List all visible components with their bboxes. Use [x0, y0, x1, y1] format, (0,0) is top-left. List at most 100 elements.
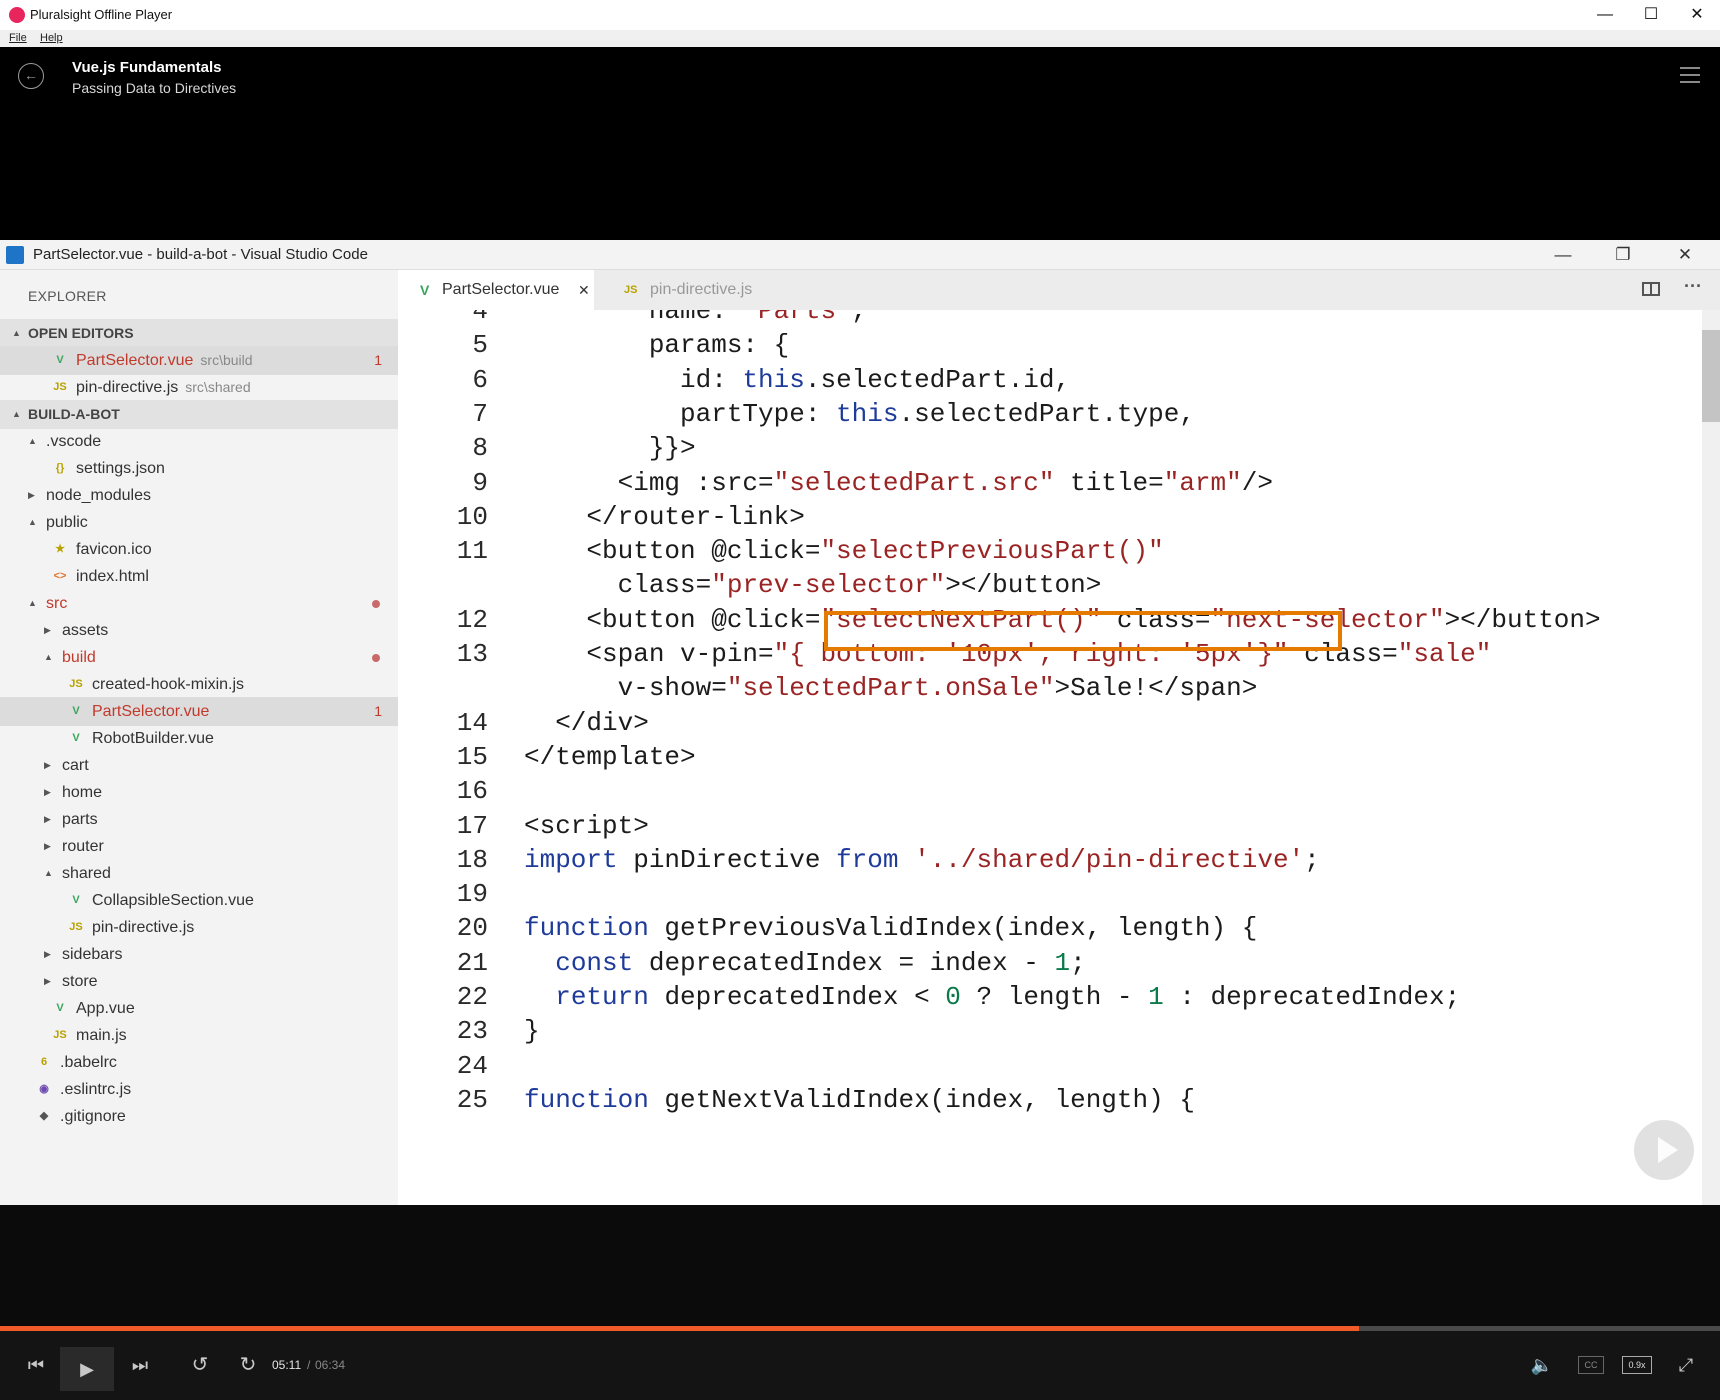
explorer-section[interactable]: ▲ BUILD-A-BOT	[0, 400, 398, 429]
tree-item[interactable]: <> index.html	[0, 562, 398, 591]
tree-item[interactable]: ◉ .eslintrc.js	[0, 1075, 398, 1104]
closed-captions-button[interactable]: CC	[1578, 1356, 1604, 1374]
tree-item-name: .eslintrc.js	[60, 1081, 132, 1098]
collapsed-icon: ▶	[44, 949, 51, 959]
back-arrow-icon[interactable]: ←	[18, 63, 44, 89]
code-line: id: this.selectedPart.id,	[524, 364, 1071, 395]
menu-help[interactable]: Help	[40, 32, 63, 44]
explorer-section[interactable]: ▲ OPEN EDITORS	[0, 319, 398, 348]
rewind-10-icon[interactable]: ↺	[180, 1331, 220, 1400]
tree-item[interactable]: ▲ src	[0, 589, 398, 618]
tree-item[interactable]: ▶ node_modules	[0, 481, 398, 510]
code-line: function getPreviousValidIndex(index, le…	[524, 913, 1258, 944]
tree-item[interactable]: ★ favicon.ico	[0, 535, 398, 564]
maximize-button[interactable]: ☐	[1628, 0, 1674, 30]
explorer-sidebar: EXPLORER ▲ OPEN EDITORS V PartSelector.vue s…	[0, 270, 398, 1205]
code-line: <button @click="selectPreviousPart()"	[524, 536, 1164, 567]
tree-item[interactable]: JS pin-directive.js	[0, 913, 398, 942]
tree-item-name: router	[62, 838, 104, 855]
tree-item[interactable]: ◆ .gitignore	[0, 1102, 398, 1131]
player-controls: ⏮ ▶ ⏭ ↺ ↻ 05:11 / 06:34 🔈 CC 0.9x ⤢	[0, 1331, 1720, 1400]
tree-item-name: pin-directive.js	[76, 379, 179, 396]
vscode-title: PartSelector.vue - build-a-bot - Visual …	[33, 246, 368, 263]
tree-item-name: shared	[62, 865, 111, 882]
tree-item[interactable]: 6 .babelrc	[0, 1048, 398, 1077]
tree-item[interactable]: ▲ build	[0, 643, 398, 672]
tree-item[interactable]: ▶ cart	[0, 751, 398, 780]
code-line: const deprecatedIndex = index - 1;	[555, 947, 1086, 978]
line-number: 7	[472, 398, 488, 429]
tree-item-label: src	[46, 589, 67, 618]
volume-icon[interactable]: 🔈	[1522, 1331, 1562, 1400]
editor-tabbar: V PartSelector.vue ✕ JS pin-directive.js…	[398, 270, 1720, 310]
tree-item-label: node_modules	[46, 481, 151, 510]
more-actions-icon: ···	[1684, 276, 1702, 296]
close-tab-icon: ✕	[578, 282, 590, 298]
line-number: 9	[472, 467, 488, 498]
tree-item[interactable]: ▲ public	[0, 508, 398, 537]
tree-item[interactable]: V PartSelector.vue 1	[0, 697, 398, 726]
playback-speed-button[interactable]: 0.9x	[1622, 1356, 1652, 1374]
tree-item[interactable]: V PartSelector.vue src\build 1	[0, 346, 398, 375]
tree-item[interactable]: {} settings.json	[0, 454, 398, 483]
tree-item-name: CollapsibleSection.vue	[92, 892, 254, 909]
tree-item-name: store	[62, 973, 98, 990]
line-number: 4	[472, 310, 488, 326]
collapse-icon: ▲	[12, 409, 21, 419]
fullscreen-icon[interactable]: ⤢	[1668, 1331, 1704, 1400]
tree-item-name: PartSelector.vue	[92, 703, 210, 720]
tree-item[interactable]: ▶ sidebars	[0, 940, 398, 969]
expanded-icon: ▲	[28, 517, 37, 527]
forward-10-icon[interactable]: ↻	[228, 1331, 268, 1400]
table-of-contents-icon[interactable]	[1680, 67, 1700, 83]
tree-item[interactable]: JS created-hook-mixin.js	[0, 670, 398, 699]
tree-item[interactable]: V App.vue	[0, 994, 398, 1023]
tree-item-name: public	[46, 514, 88, 531]
tree-item[interactable]: V CollapsibleSection.vue	[0, 886, 398, 915]
minimize-button[interactable]: —	[1582, 0, 1628, 30]
tree-item[interactable]: ▶ assets	[0, 616, 398, 645]
explorer-title: EXPLORER	[28, 288, 107, 304]
tab-label: pin-directive.js	[650, 281, 753, 298]
expanded-icon: ▲	[28, 436, 37, 446]
tree-item[interactable]: V RobotBuilder.vue	[0, 724, 398, 753]
tree-item[interactable]: JS pin-directive.js src\shared	[0, 373, 398, 402]
tree-item[interactable]: ▶ home	[0, 778, 398, 807]
video-frame[interactable]: PartSelector.vue - build-a-bot - Visual …	[0, 240, 1720, 1205]
file-type-icon: 6	[40, 1056, 48, 1068]
play-overlay-icon[interactable]	[1634, 1120, 1694, 1180]
tree-item[interactable]: ▶ store	[0, 967, 398, 996]
tree-item-label: store	[62, 967, 98, 996]
tree-item[interactable]: JS main.js	[0, 1021, 398, 1050]
tree-item-name: home	[62, 784, 103, 801]
tree-item[interactable]: ▲ .vscode	[0, 427, 398, 456]
menu-file[interactable]: File	[9, 32, 27, 44]
vscode-minimize-icon: —	[1554, 245, 1572, 264]
previous-clip-icon[interactable]: ⏮	[16, 1331, 56, 1400]
tree-item[interactable]: ▲ shared	[0, 859, 398, 888]
tree-item-label: settings.json	[76, 454, 165, 483]
next-clip-icon[interactable]: ⏭	[120, 1331, 160, 1400]
tree-item-name: App.vue	[76, 1000, 135, 1017]
line-number: 10	[456, 501, 488, 532]
close-button[interactable]: ✕	[1674, 0, 1720, 30]
line-number: 22	[456, 982, 488, 1012]
play-button[interactable]: ▶	[60, 1347, 114, 1391]
collapsed-icon: ▶	[44, 625, 51, 635]
tree-item-label: favicon.ico	[76, 535, 152, 564]
line-number: 5	[472, 330, 488, 361]
code-line: }	[524, 1016, 540, 1047]
code-line: import pinDirective from '../shared/pin-…	[524, 844, 1320, 875]
tree-item[interactable]: ▶ router	[0, 832, 398, 861]
tree-item[interactable]: ▶ parts	[0, 805, 398, 834]
code-line: <img :src="selectedPart.src" title="arm"…	[524, 467, 1273, 498]
file-type-icon: <>	[53, 570, 67, 582]
tree-item-label: .gitignore	[60, 1102, 126, 1131]
collapsed-icon: ▶	[44, 841, 51, 851]
expanded-icon: ▲	[44, 868, 53, 878]
expanded-icon: ▲	[28, 598, 37, 608]
pluralsight-icon	[9, 7, 25, 23]
editor-scrollbar-thumb	[1702, 330, 1720, 422]
tree-item-name: created-hook-mixin.js	[92, 676, 245, 693]
tree-item-label: PartSelector.vue	[92, 697, 209, 726]
